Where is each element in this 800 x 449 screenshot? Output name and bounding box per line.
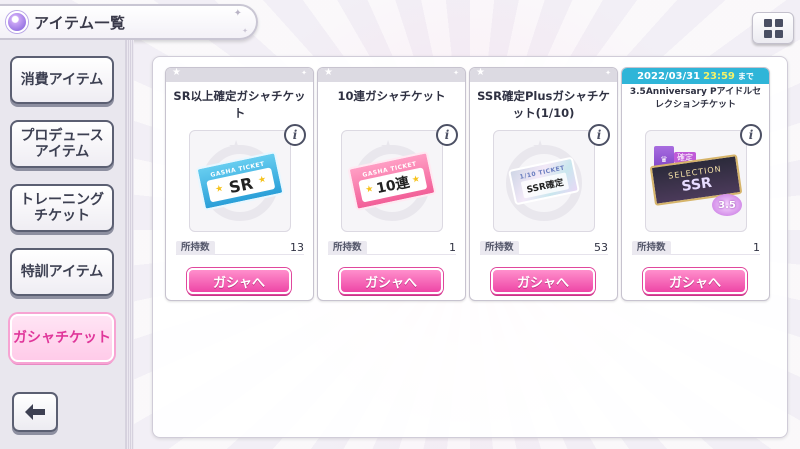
item-image[interactable]: ♛ 確定 SELECTION SSR 3.5 (645, 130, 747, 232)
selection-ticket-icon: ♛ 確定 SELECTION SSR 3.5 (649, 146, 743, 216)
info-icon[interactable]: i (588, 124, 610, 146)
deadline-date: 2022/03/31 (637, 70, 701, 82)
sidebar-item-label: 特訓アイテム (20, 264, 104, 280)
info-icon[interactable]: i (284, 124, 306, 146)
go-to-gacha-button[interactable]: ガシャへ (339, 268, 443, 294)
count-row: 所持数 1 (328, 241, 456, 255)
sidebar-item-consumables[interactable]: 消費アイテム (10, 56, 114, 104)
back-button[interactable] (12, 392, 58, 432)
star-icon: ★ (172, 67, 181, 78)
count-label: 所持数 (480, 241, 519, 255)
count-row: 所持数 1 (632, 241, 760, 255)
info-icon[interactable]: i (436, 124, 458, 146)
anniversary-badge-icon: 3.5 (712, 194, 742, 216)
star-icon: ★ (324, 67, 333, 78)
sparkle-icon: ✦ (242, 27, 248, 35)
sidebar-item-label: トレーニング チケット (20, 192, 104, 224)
sidebar-item-training-tickets[interactable]: トレーニング チケット (10, 184, 114, 232)
count-label: 所持数 (632, 241, 671, 255)
item-image[interactable]: ★ 1/10 TICKET SSR確定 (493, 130, 595, 232)
menu-orb-icon (6, 11, 28, 33)
go-to-gacha-button[interactable]: ガシャへ (491, 268, 595, 294)
arrow-left-icon (25, 404, 45, 420)
star-icon: ✦ (453, 69, 459, 77)
item-image[interactable]: ★ GASHA TICKET ★ SR ★ (189, 130, 291, 232)
ticket-card: 2022/03/31 23:59 まで 3.5Anniversary Pアイドル… (621, 67, 770, 301)
go-to-gacha-button[interactable]: ガシャへ (187, 268, 291, 294)
go-to-gacha-button[interactable]: ガシャへ (643, 268, 747, 294)
grid-view-button[interactable] (752, 12, 794, 44)
count-label: 所持数 (328, 241, 367, 255)
sidebar-item-gacha-tickets[interactable]: ガシャチケット (10, 314, 114, 362)
sidebar-item-label: ガシャチケット (13, 330, 111, 346)
sidebar-item-produce-items[interactable]: プロデュース アイテム (10, 120, 114, 168)
item-image[interactable]: ★ GASHA TICKET ★ 10連 ★ (341, 130, 443, 232)
sidebar-item-special-training[interactable]: 特訓アイテム (10, 248, 114, 296)
sidebar-item-label: 消費アイテム (20, 72, 104, 88)
count-label: 所持数 (176, 241, 215, 255)
info-icon[interactable]: i (740, 124, 762, 146)
page-title: アイテム一覧 (34, 13, 126, 32)
sidebar-edge (126, 40, 134, 449)
item-list-panel: ★ ✦ SR以上確定ガシャチケット ★ GASHA TICKET ★ SR ★ i… (152, 56, 788, 438)
star-icon: ✦ (301, 69, 307, 77)
deadline-suffix: まで (737, 71, 754, 81)
ticket-card: ★ ✦ 10連ガシャチケット ★ GASHA TICKET ★ 10連 ★ i 所… (317, 67, 466, 301)
ticket-card: ★ ✦ SSR確定Plusガシャチケット(1/10) ★ 1/10 TICKET … (469, 67, 618, 301)
grid-view-icon (763, 18, 772, 27)
count-value: 1 (753, 241, 760, 254)
item-name: 3.5Anniversary Pアイドルセレクションチケット (629, 87, 762, 110)
ticket-card: ★ ✦ SR以上確定ガシャチケット ★ GASHA TICKET ★ SR ★ i… (165, 67, 314, 301)
deadline-time: 23:59 (703, 70, 735, 82)
count-value: 1 (449, 241, 456, 254)
star-icon: ★ (476, 67, 485, 78)
title-bar: アイテム一覧 ✦ ✦ (0, 4, 258, 40)
count-value: 53 (594, 241, 608, 254)
sidebar-item-label: プロデュース アイテム (20, 128, 104, 160)
count-row: 所持数 53 (480, 241, 608, 255)
count-value: 13 (290, 241, 304, 254)
star-icon: ✦ (605, 69, 611, 77)
sparkle-icon: ✦ (233, 8, 242, 19)
deadline-banner: 2022/03/31 23:59 まで (622, 68, 769, 84)
count-row: 所持数 13 (176, 241, 304, 255)
